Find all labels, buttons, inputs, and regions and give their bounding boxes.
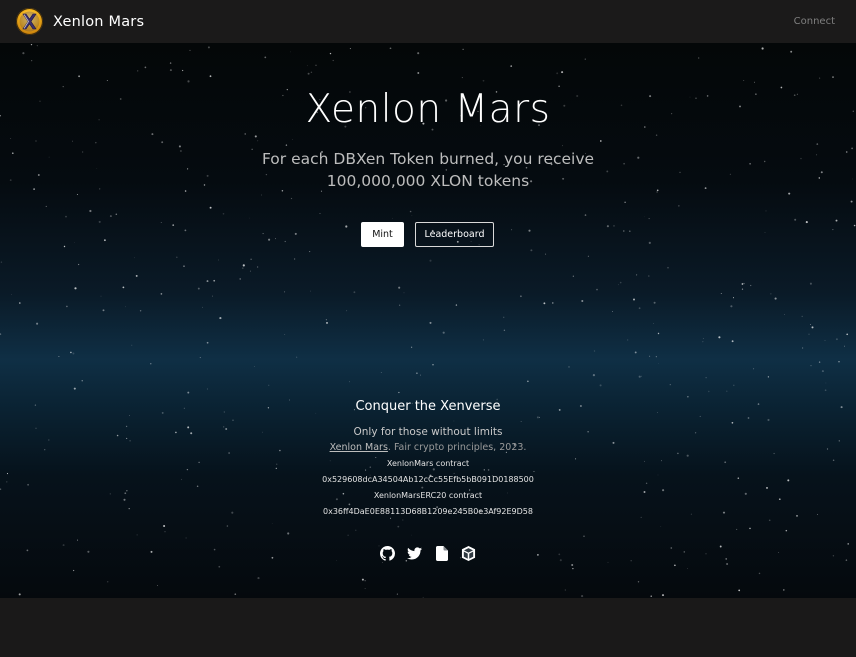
contract2-label: XenlonMarsERC20 contract [373, 491, 483, 500]
twitter-icon[interactable] [407, 545, 423, 561]
xenlon-logo-icon[interactable] [16, 8, 43, 35]
credit-text: . Fair crypto principles, 2023. [387, 442, 527, 453]
hero-section: Xenlon Mars For each DBXen Token burned,… [0, 43, 856, 598]
github-icon[interactable] [380, 545, 396, 561]
contract2-address[interactable]: 0x36ff4DaE0E88113D68B1209e245B0e3Af92E9D… [0, 507, 856, 516]
footer-credits: Xenlon Mars. Fair crypto principles, 202… [0, 442, 856, 453]
contract1-address[interactable]: 0x529608dcA34504Ab12cCc55Efb5bB091D01885… [0, 475, 856, 484]
connect-button[interactable]: Connect [794, 16, 835, 27]
page-bottom [0, 598, 856, 657]
page-title: Xenlon Mars [305, 87, 551, 132]
hero-subtitle: For each DBXen Token burned, you receive… [0, 148, 856, 192]
cube-icon[interactable] [461, 545, 477, 561]
hero-subtitle-line2: 100,000,000 XLON tokens [326, 172, 530, 190]
document-icon[interactable] [434, 545, 450, 561]
footer-tagline: Only for those without limits [353, 426, 503, 438]
brand-name[interactable]: Xenlon Mars [53, 14, 144, 30]
contract1-label: XenlonMars contract [386, 459, 470, 468]
social-icons [0, 545, 856, 561]
leaderboard-button[interactable]: Leaderboard [415, 222, 494, 247]
mint-button[interactable]: Mint [361, 222, 404, 247]
hero-subtitle-line1: For each DBXen Token burned, you receive [261, 150, 595, 168]
credit-link[interactable]: Xenlon Mars [330, 442, 388, 453]
footer-title: Conquer the Xenverse [355, 399, 501, 414]
navbar: Xenlon Mars Connect [0, 0, 856, 43]
